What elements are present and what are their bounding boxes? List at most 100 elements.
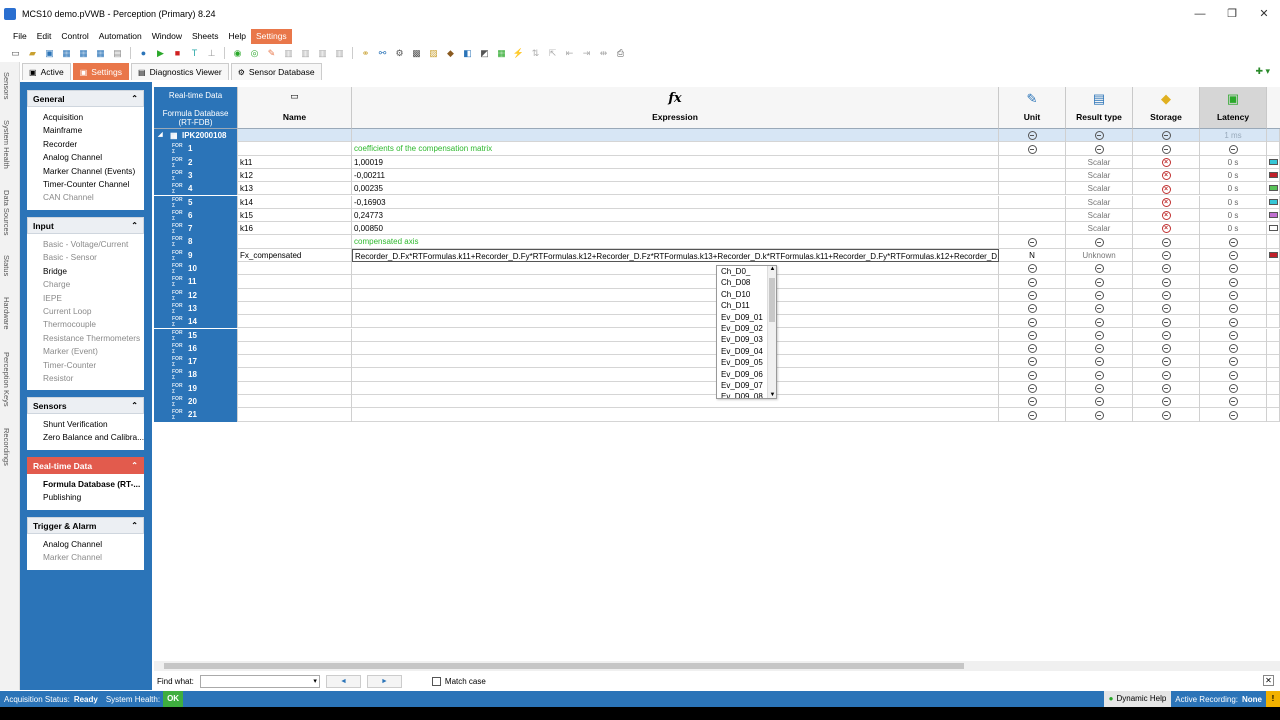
grid-header-latency[interactable]: ▣ Latency	[1200, 87, 1267, 129]
table-row[interactable]: FOR Σ 2 k11 1,00019 Scalar × 0 s	[154, 155, 1280, 169]
expression-cell[interactable]: compensated axis	[352, 235, 999, 249]
system-health-badge[interactable]: OK	[163, 691, 184, 707]
dock-tab-system-health[interactable]: System Health	[2, 120, 11, 169]
storage-cell[interactable]: ×	[1133, 168, 1200, 183]
row-id-cell[interactable]: FOR Σ 15	[154, 328, 238, 342]
group-row[interactable]: ◢ ▦ IPK2000108 1 ms	[154, 129, 1280, 143]
row-id-cell[interactable]: FOR Σ 11	[154, 275, 238, 289]
row-id-cell[interactable]: FOR Σ 17	[154, 355, 238, 369]
latency-cell[interactable]	[1200, 355, 1267, 369]
unit-cell[interactable]	[999, 341, 1066, 356]
expression-cell[interactable]: 0,00850	[352, 222, 999, 236]
storage-cell[interactable]: ×	[1133, 182, 1200, 196]
unit-cell[interactable]	[999, 355, 1066, 369]
expression-cell[interactable]	[352, 301, 999, 316]
name-cell[interactable]	[238, 355, 352, 369]
dropdown-scrollbar[interactable]: ▲ ▼	[767, 266, 776, 398]
name-cell[interactable]	[238, 395, 352, 409]
nav-section-header[interactable]: Real-time Data ⌃	[27, 457, 144, 474]
start-icon[interactable]: ▶	[153, 47, 168, 60]
unit-cell[interactable]	[999, 381, 1066, 395]
row-id-cell[interactable]: FOR Σ 10	[154, 262, 238, 276]
storage-cell[interactable]	[1133, 248, 1200, 262]
unit-cell[interactable]	[999, 195, 1066, 209]
minimize-button[interactable]: —	[1184, 0, 1216, 28]
minus-circle-icon[interactable]	[1161, 131, 1171, 141]
dock-tab-perception-keys[interactable]: Perception Keys	[2, 352, 11, 407]
color-cell[interactable]	[1267, 142, 1280, 156]
name-cell[interactable]: Fx_compensated	[238, 248, 352, 262]
unit-cell[interactable]	[999, 328, 1066, 342]
name-cell[interactable]: k16	[238, 222, 352, 236]
unit-cell[interactable]	[999, 262, 1066, 276]
chevron-down-icon[interactable]: ▾	[313, 677, 317, 685]
result-type-cell[interactable]	[1066, 142, 1133, 156]
color-cell[interactable]	[1267, 381, 1280, 395]
minus-circle-icon[interactable]	[1094, 277, 1104, 287]
unit-cell[interactable]	[999, 275, 1066, 289]
name-cell[interactable]	[238, 315, 352, 329]
row-id-cell[interactable]: FOR Σ 3	[154, 168, 238, 183]
storage-cell[interactable]	[1133, 395, 1200, 409]
minus-circle-icon[interactable]	[1094, 384, 1104, 394]
minus-circle-icon[interactable]	[1228, 344, 1238, 354]
row-id-cell[interactable]: FOR Σ 6	[154, 208, 238, 223]
tab-diagnostics-viewer[interactable]: ▤ Diagnostics Viewer	[131, 63, 229, 80]
chart-icon[interactable]: ▦	[494, 47, 509, 60]
row-id-cell[interactable]: FOR Σ 13	[154, 301, 238, 316]
storage-cell[interactable]	[1133, 275, 1200, 289]
expression-cell[interactable]	[352, 368, 999, 382]
minus-circle-icon[interactable]	[1228, 410, 1238, 420]
color-cell[interactable]	[1267, 288, 1280, 302]
menu-help[interactable]: Help	[223, 29, 250, 44]
color-cell[interactable]	[1267, 155, 1280, 169]
chain-icon[interactable]: ⚯	[375, 47, 390, 60]
result-type-cell[interactable]: Scalar	[1066, 155, 1133, 169]
storage-cell[interactable]: ×	[1133, 208, 1200, 223]
minus-circle-icon[interactable]	[1027, 317, 1037, 327]
nav-item-timer-counter[interactable]: Timer-Counter	[27, 359, 144, 372]
warning-icon[interactable]: !	[1266, 691, 1280, 707]
minus-circle-icon[interactable]	[1228, 304, 1238, 314]
minus-circle-icon[interactable]	[1094, 144, 1104, 154]
row-id-cell[interactable]: FOR Σ 8	[154, 235, 238, 249]
edit-sheet-icon[interactable]: ✎	[264, 47, 279, 60]
horizontal-scrollbar[interactable]	[154, 661, 1280, 671]
color-swatch[interactable]	[1269, 225, 1278, 232]
row-id-cell[interactable]: FOR Σ 9	[154, 248, 238, 262]
minus-circle-icon[interactable]	[1228, 397, 1238, 407]
add-tab-icon[interactable]: ✚ ▾	[1255, 66, 1270, 77]
minus-circle-icon[interactable]	[1228, 237, 1238, 247]
menu-sheets[interactable]: Sheets	[187, 29, 223, 44]
name-cell[interactable]	[238, 142, 352, 156]
nav-item-basic-voltage-current[interactable]: Basic - Voltage/Current	[27, 238, 144, 251]
minus-circle-icon[interactable]	[1027, 397, 1037, 407]
latency-cell[interactable]: 0 s	[1200, 155, 1267, 169]
unit-cell[interactable]	[999, 129, 1066, 143]
minus-circle-icon[interactable]	[1161, 384, 1171, 394]
table-row[interactable]: FOR Σ 8 compensated axis	[154, 235, 1280, 249]
name-cell[interactable]	[238, 235, 352, 249]
row-id-cell[interactable]: FOR Σ 2	[154, 155, 238, 169]
menu-window[interactable]: Window	[147, 29, 187, 44]
scroll-down-icon[interactable]: ▼	[768, 392, 776, 398]
name-cell[interactable]	[238, 301, 352, 316]
unit-cell[interactable]	[999, 315, 1066, 329]
nav-item-trigger-marker-channel[interactable]: Marker Channel	[27, 551, 144, 564]
result-type-cell[interactable]	[1066, 368, 1133, 382]
nav-item-publishing[interactable]: Publishing	[27, 491, 144, 504]
menu-settings[interactable]: Settings	[250, 29, 292, 44]
row-id-cell[interactable]: FOR Σ 19	[154, 381, 238, 395]
result-type-cell[interactable]	[1066, 408, 1133, 422]
dock-tab-sensors[interactable]: Sensors	[2, 72, 11, 100]
minus-circle-icon[interactable]	[1161, 370, 1171, 380]
layout-icon[interactable]: ▥	[281, 47, 296, 60]
find-previous-button[interactable]: ◄	[325, 674, 361, 688]
unit-cell[interactable]: N	[999, 248, 1066, 262]
storage-icon[interactable]: ◧	[460, 47, 475, 60]
latency-cell[interactable]	[1200, 368, 1267, 382]
find-input[interactable]: ▾	[199, 674, 320, 688]
latency-cell[interactable]: 0 s	[1200, 195, 1267, 209]
storage-cell[interactable]: ×	[1133, 195, 1200, 209]
minus-circle-icon[interactable]	[1027, 144, 1037, 154]
